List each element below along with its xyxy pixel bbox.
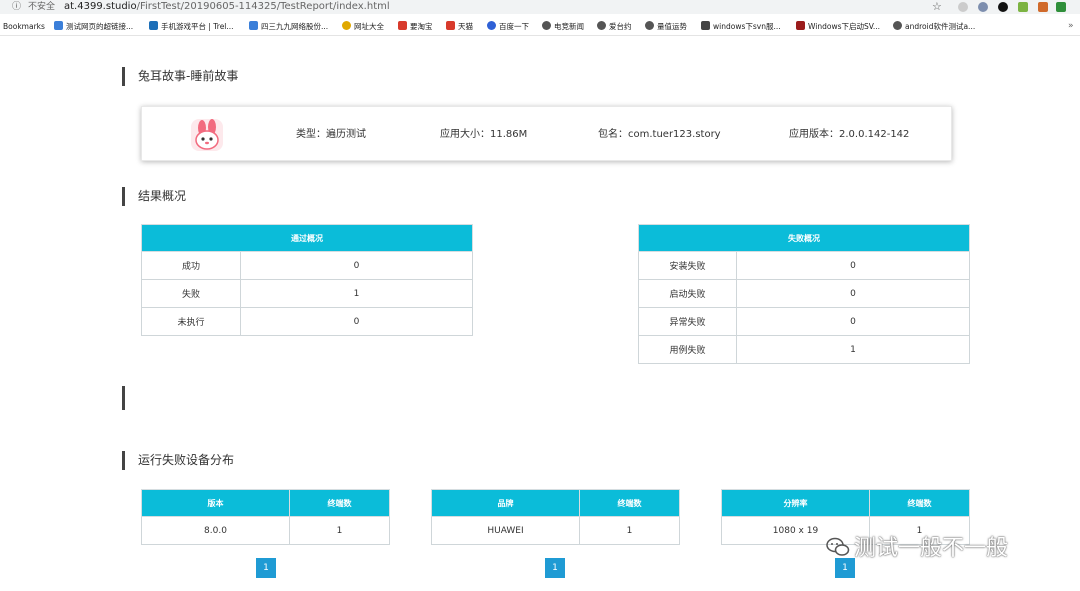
app-version: 应用版本：2.0.0.142-142 xyxy=(789,129,910,140)
column-header: 品牌 xyxy=(431,489,580,517)
row-label: 未执行 xyxy=(141,307,241,336)
shield-icon xyxy=(796,21,805,30)
globe-icon xyxy=(645,21,654,30)
bookmark-item[interactable]: android软件测试a... xyxy=(893,17,975,36)
app-icon xyxy=(191,119,223,151)
table-header: 失败概况 xyxy=(638,224,970,252)
table-row: 成功 0 xyxy=(141,251,473,280)
empty-section-marker xyxy=(122,386,125,410)
app-section-title: 兔耳故事-睡前故事 xyxy=(122,67,238,86)
bookmark-item[interactable]: 爱台约 xyxy=(597,17,632,36)
table-row: 失败 1 xyxy=(141,279,473,308)
row-value: 0 xyxy=(736,279,970,308)
bookmark-item[interactable]: Windows下启动SV... xyxy=(796,17,880,36)
bookmark-icon xyxy=(54,21,63,30)
row-label: 用例失败 xyxy=(638,335,737,364)
bookmark-item[interactable]: 四三九九网络股份... xyxy=(249,17,328,36)
summary-section-title: 结果概况 xyxy=(122,187,186,206)
table-header: 通过概况 xyxy=(141,224,473,252)
table-row: 启动失败 0 xyxy=(638,279,970,308)
bookmark-item[interactable]: 测试网页的超链接... xyxy=(54,17,133,36)
svn-icon xyxy=(701,21,710,30)
bookmark-item[interactable]: 电竞新闻 xyxy=(542,17,584,36)
version-page-button[interactable]: 1 xyxy=(256,558,276,578)
column-header: 版本 xyxy=(141,489,290,517)
bookmark-item[interactable]: 量值运势 xyxy=(645,17,687,36)
extension-icon[interactable] xyxy=(978,2,988,12)
brand-distribution-table: 品牌 终端数 HUAWEI 1 xyxy=(431,489,680,545)
bookmarks-bar: Bookmarks 测试网页的超链接... 手机游戏平台 | Trel... 四… xyxy=(0,17,1080,36)
row-label: 异常失败 xyxy=(638,307,737,336)
globe-icon xyxy=(893,21,902,30)
row-label: 启动失败 xyxy=(638,279,737,308)
table-row: HUAWEI 1 xyxy=(431,516,680,545)
cell: 8.0.0 xyxy=(141,516,290,545)
row-label: 安装失败 xyxy=(638,251,737,280)
row-value: 0 xyxy=(240,307,473,336)
trello-icon xyxy=(149,21,158,30)
table-row: 8.0.0 1 xyxy=(141,516,390,545)
bookmark-star-icon[interactable]: ☆ xyxy=(932,0,942,14)
cell: 1 xyxy=(289,516,390,545)
address-bar[interactable]: ⓘ 不安全 at.4399.studio/FirstTest/20190605-… xyxy=(0,0,1080,14)
row-value: 0 xyxy=(240,251,473,280)
bookmark-icon xyxy=(342,21,351,30)
bookmark-item[interactable]: 百度一下 xyxy=(487,17,529,36)
app-type: 类型：遍历测试 xyxy=(296,129,366,140)
column-header: 终端数 xyxy=(289,489,390,517)
row-value: 1 xyxy=(736,335,970,364)
cell: HUAWEI xyxy=(431,516,580,545)
bookmark-item[interactable]: 网址大全 xyxy=(342,17,384,36)
circle-extension-icon[interactable] xyxy=(998,2,1008,12)
bookmark-item[interactable]: windows下svn服... xyxy=(701,17,781,36)
orange-extension-icon[interactable] xyxy=(1038,2,1048,12)
version-distribution-table: 版本 终端数 8.0.0 1 xyxy=(141,489,390,545)
watermark-text: 测试一般不一般 xyxy=(854,536,1009,561)
table-row: 未执行 0 xyxy=(141,307,473,336)
brand-page-button[interactable]: 1 xyxy=(545,558,565,578)
watermark: 测试一般不一般 xyxy=(826,530,1008,562)
app-package: 包名：com.tuer123.story xyxy=(598,129,721,140)
android-extension-icon[interactable] xyxy=(1018,2,1028,12)
shield-extension-icon[interactable] xyxy=(958,2,968,12)
bookmark-icon xyxy=(249,21,258,30)
row-label: 失败 xyxy=(141,279,241,308)
globe-icon xyxy=(597,21,606,30)
bookmarks-label[interactable]: Bookmarks xyxy=(3,17,45,36)
bookmark-item[interactable]: 天猫 xyxy=(446,17,473,36)
beta-extension-icon[interactable] xyxy=(1056,2,1066,12)
wechat-icon xyxy=(826,537,850,556)
baidu-icon xyxy=(487,21,496,30)
app-size: 应用大小：11.86M xyxy=(440,129,528,140)
bookmarks-more-icon[interactable]: » xyxy=(1068,17,1074,36)
device-section-title: 运行失败设备分布 xyxy=(122,451,234,470)
row-value: 0 xyxy=(736,251,970,280)
table-row: 安装失败 0 xyxy=(638,251,970,280)
info-icon[interactable]: ⓘ xyxy=(12,0,21,14)
bookmark-item[interactable]: 要淘宝 xyxy=(398,17,433,36)
column-header: 终端数 xyxy=(869,489,970,517)
row-value: 1 xyxy=(240,279,473,308)
table-row: 用例失败 1 xyxy=(638,335,970,364)
bookmark-item[interactable]: 手机游戏平台 | Trel... xyxy=(149,17,234,36)
cell: 1 xyxy=(579,516,680,545)
url-text[interactable]: at.4399.studio/FirstTest/20190605-114325… xyxy=(64,0,390,14)
column-header: 终端数 xyxy=(579,489,680,517)
taobao-icon xyxy=(398,21,407,30)
pass-summary-table: 通过概况 成功 0 失败 1 未执行 0 xyxy=(141,224,473,336)
app-info-card: 类型：遍历测试 应用大小：11.86M 包名：com.tuer123.story… xyxy=(141,106,952,161)
column-header: 分辨率 xyxy=(721,489,870,517)
row-label: 成功 xyxy=(141,251,241,280)
fail-summary-table: 失败概况 安装失败 0 启动失败 0 异常失败 0 用例失败 1 xyxy=(638,224,970,364)
globe-icon xyxy=(542,21,551,30)
table-row: 异常失败 0 xyxy=(638,307,970,336)
row-value: 0 xyxy=(736,307,970,336)
tmall-icon xyxy=(446,21,455,30)
security-label: 不安全 xyxy=(28,2,56,12)
